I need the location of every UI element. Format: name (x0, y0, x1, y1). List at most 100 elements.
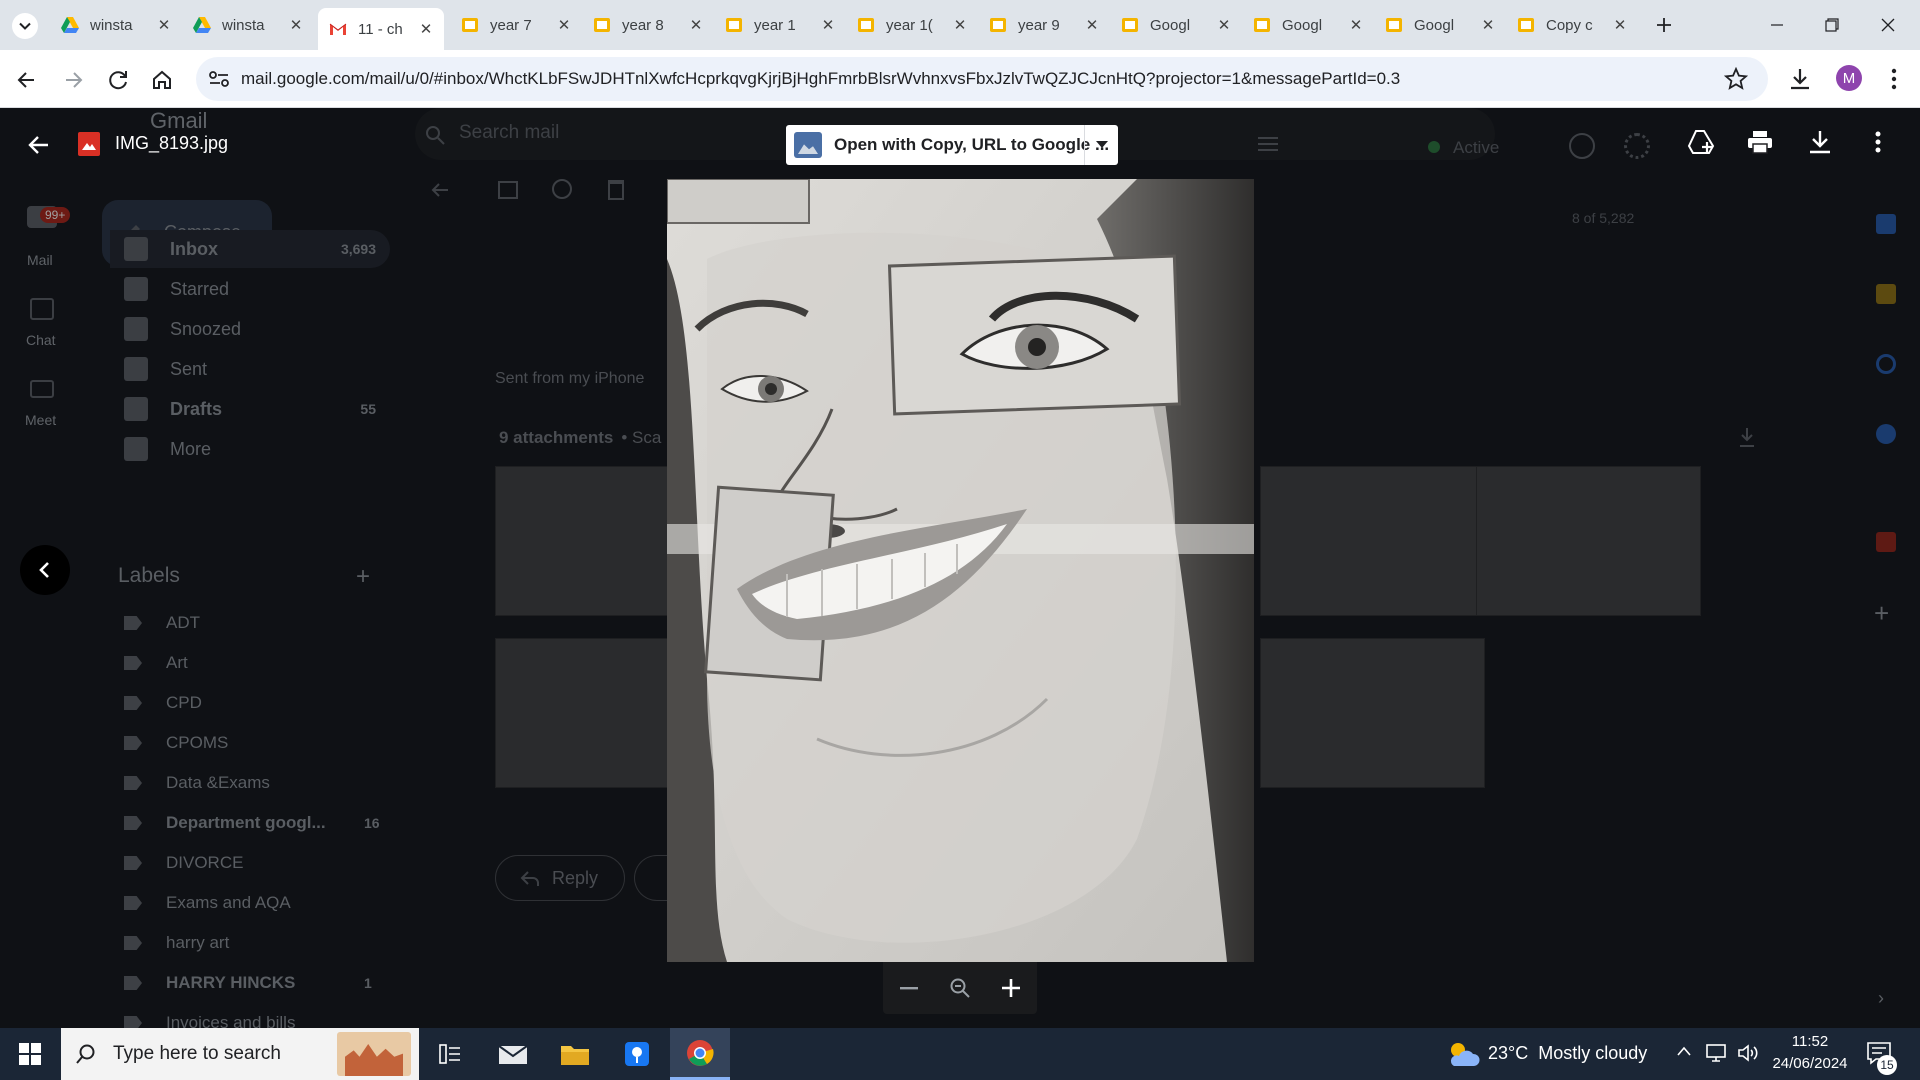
close-tab-icon[interactable]: ✕ (1348, 16, 1364, 34)
nav-item[interactable]: Inbox 3,693 (110, 230, 390, 268)
weather-text[interactable]: 23°C Mostly cloudy (1488, 1043, 1647, 1064)
label-item[interactable]: Art (124, 646, 188, 680)
tab[interactable]: Googl ✕ (1110, 8, 1242, 42)
network-icon[interactable] (1704, 1042, 1728, 1064)
back-button[interactable] (12, 65, 42, 95)
close-tab-icon[interactable]: ✕ (156, 16, 172, 34)
minimize-button[interactable] (1755, 10, 1799, 40)
nav-item[interactable]: Drafts 55 (110, 390, 390, 428)
attachment-thumbnail[interactable] (1476, 466, 1701, 616)
taskbar-search[interactable]: Type here to search (61, 1028, 419, 1080)
tab[interactable]: Googl ✕ (1374, 8, 1506, 42)
label-item[interactable]: CPD (124, 686, 202, 720)
delete-icon[interactable] (608, 180, 624, 200)
expand-panel-icon[interactable]: › (1878, 988, 1884, 1009)
close-tab-icon[interactable]: ✕ (952, 16, 968, 34)
download-icon[interactable] (1806, 128, 1834, 156)
chat-icon[interactable] (30, 298, 54, 320)
restore-button[interactable] (1810, 10, 1854, 40)
close-window-button[interactable] (1866, 10, 1910, 40)
tab[interactable]: winsta ✕ (182, 8, 314, 42)
zoom-out-button[interactable] (891, 970, 927, 1006)
nav-item[interactable]: Snoozed (110, 310, 390, 348)
add-to-drive-icon[interactable] (1686, 128, 1716, 156)
file-explorer-icon[interactable] (545, 1028, 605, 1080)
start-button[interactable] (0, 1028, 60, 1080)
close-viewer-icon[interactable] (26, 132, 52, 158)
tab[interactable]: winsta ✕ (50, 8, 182, 42)
report-spam-icon[interactable] (552, 179, 572, 199)
more-options-icon[interactable] (1866, 128, 1890, 156)
tab[interactable]: year 9 ✕ (978, 8, 1110, 42)
close-tab-icon[interactable]: ✕ (1612, 16, 1628, 34)
keep-icon[interactable] (1876, 284, 1896, 304)
reply-button[interactable]: Reply (495, 855, 625, 901)
nav-item[interactable]: More (110, 430, 390, 468)
reload-button[interactable] (103, 65, 133, 95)
close-tab-icon[interactable]: ✕ (1084, 16, 1100, 34)
label-tag-icon (124, 976, 142, 990)
mail-app-icon[interactable] (483, 1028, 543, 1080)
clock-date[interactable]: 24/06/2024 (1766, 1055, 1854, 1072)
calendar-icon[interactable] (1876, 214, 1896, 234)
attachment-thumbnail[interactable] (1260, 638, 1485, 788)
downloads-icon[interactable] (1786, 65, 1814, 93)
print-icon[interactable] (1746, 128, 1774, 156)
close-tab-icon[interactable]: ✕ (820, 16, 836, 34)
site-info-icon[interactable] (208, 69, 230, 89)
archive-icon[interactable] (498, 181, 518, 199)
meet-icon[interactable] (30, 380, 54, 398)
tab[interactable]: 11 - ch ✕ (318, 8, 444, 50)
tab-search-button[interactable] (12, 13, 38, 39)
label-item[interactable]: ADT (124, 606, 200, 640)
contacts-icon[interactable] (1876, 424, 1896, 444)
weather-icon[interactable] (1446, 1040, 1480, 1068)
tab[interactable]: year 8 ✕ (582, 8, 714, 42)
show-hidden-icons[interactable] (1676, 1044, 1692, 1058)
label-item[interactable]: HARRY HINCKS 1 (124, 966, 372, 1000)
forward-button[interactable] (58, 65, 88, 95)
maps-app-icon[interactable] (607, 1028, 667, 1080)
close-tab-icon[interactable]: ✕ (688, 16, 704, 34)
label-item[interactable]: DIVORCE (124, 846, 243, 880)
close-tab-icon[interactable]: ✕ (288, 16, 304, 34)
profile-avatar[interactable]: M (1836, 65, 1862, 91)
label-item[interactable]: Exams and AQA (124, 886, 291, 920)
task-view-icon[interactable] (420, 1028, 480, 1080)
reset-zoom-button[interactable] (942, 970, 978, 1006)
address-bar[interactable]: mail.google.com/mail/u/0/#inbox/WhctKLbF… (196, 57, 1768, 101)
label-item[interactable]: harry art (124, 926, 229, 960)
close-tab-icon[interactable]: ✕ (418, 20, 434, 38)
close-tab-icon[interactable]: ✕ (556, 16, 572, 34)
download-all-icon[interactable] (1738, 426, 1756, 448)
back-to-inbox-icon[interactable] (428, 178, 452, 202)
bookmark-star-icon[interactable] (1724, 67, 1748, 91)
chrome-taskbar-icon[interactable] (670, 1028, 730, 1080)
open-with-dropdown[interactable] (1084, 125, 1118, 165)
home-button[interactable] (147, 65, 177, 95)
addon-icon[interactable] (1876, 532, 1896, 552)
tab[interactable]: Copy c ✕ (1506, 8, 1638, 42)
tab[interactable]: year 7 ✕ (450, 8, 582, 42)
attachment-thumbnail[interactable] (1260, 466, 1485, 616)
new-tab-button[interactable] (1650, 11, 1678, 39)
clock-time[interactable]: 11:52 (1770, 1033, 1850, 1050)
get-addons-icon[interactable]: + (1874, 598, 1889, 629)
close-tab-icon[interactable]: ✕ (1216, 16, 1232, 34)
zoom-in-button[interactable] (993, 970, 1029, 1006)
close-tab-icon[interactable]: ✕ (1480, 16, 1496, 34)
tab[interactable]: Googl ✕ (1242, 8, 1374, 42)
tab[interactable]: year 1 ✕ (714, 8, 846, 42)
volume-icon[interactable] (1736, 1042, 1760, 1064)
label-item[interactable]: Department googl... 16 (124, 806, 380, 840)
nav-item[interactable]: Starred (110, 270, 390, 308)
tasks-icon[interactable] (1876, 354, 1896, 374)
chrome-menu-icon[interactable] (1882, 65, 1906, 93)
add-label-icon[interactable]: + (356, 563, 370, 591)
previous-image-button[interactable] (20, 545, 70, 595)
label-item[interactable]: Data &Exams (124, 766, 270, 800)
tab[interactable]: year 1(✕ (846, 8, 978, 42)
open-with-button[interactable]: Open with Copy, URL to Google ... (786, 125, 1118, 165)
nav-item[interactable]: Sent (110, 350, 390, 388)
label-item[interactable]: CPOMS (124, 726, 228, 760)
